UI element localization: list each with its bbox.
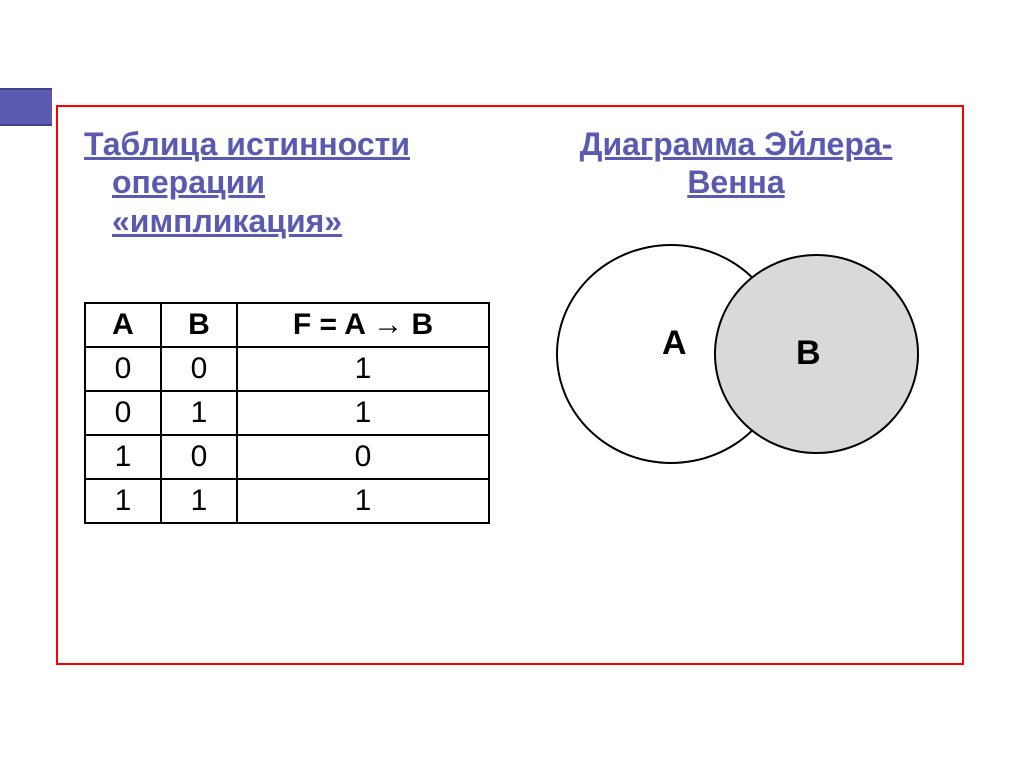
cell-b: 1 [161, 479, 237, 523]
right-heading: Диаграмма Эйлера- Венна [530, 125, 942, 202]
table-header-row: A B F = A → B [85, 303, 489, 347]
venn-label-b: B [796, 334, 821, 373]
right-heading-line2: Венна [687, 164, 784, 200]
table-row: 0 0 1 [85, 347, 489, 391]
cell-a: 0 [85, 347, 161, 391]
left-heading: Таблица истинности операции «импликация» [78, 125, 490, 240]
col-header-a: A [85, 303, 161, 347]
right-column: Диаграмма Эйлера- Венна A B [510, 107, 962, 663]
col-header-b: B [161, 303, 237, 347]
left-heading-line2: операции [112, 164, 265, 200]
table-row: 1 0 0 [85, 435, 489, 479]
col-header-f: F = A → B [237, 303, 489, 347]
cell-b: 0 [161, 347, 237, 391]
left-heading-line1: Таблица истинности [84, 126, 410, 162]
table-row: 1 1 1 [85, 479, 489, 523]
truth-table: A B F = A → B 0 0 1 0 1 [84, 302, 490, 524]
left-heading-line3: «импликация» [112, 203, 342, 239]
left-column: Таблица истинности операции «импликация»… [58, 107, 510, 663]
content-box: Таблица истинности операции «импликация»… [56, 105, 964, 665]
cell-b: 1 [161, 391, 237, 435]
cell-a: 0 [85, 391, 161, 435]
columns: Таблица истинности операции «импликация»… [58, 107, 962, 663]
cell-f: 1 [237, 347, 489, 391]
cell-a: 1 [85, 479, 161, 523]
cell-f: 0 [237, 435, 489, 479]
slide: Таблица истинности операции «импликация»… [0, 0, 1024, 768]
right-heading-line1: Диаграмма Эйлера- [580, 126, 893, 162]
cell-f: 1 [237, 479, 489, 523]
cell-f: 1 [237, 391, 489, 435]
venn-diagram: A B [546, 238, 926, 498]
cell-b: 0 [161, 435, 237, 479]
venn-label-a: A [662, 324, 687, 363]
table-row: 0 1 1 [85, 391, 489, 435]
decorative-stripe [0, 88, 52, 126]
cell-a: 1 [85, 435, 161, 479]
